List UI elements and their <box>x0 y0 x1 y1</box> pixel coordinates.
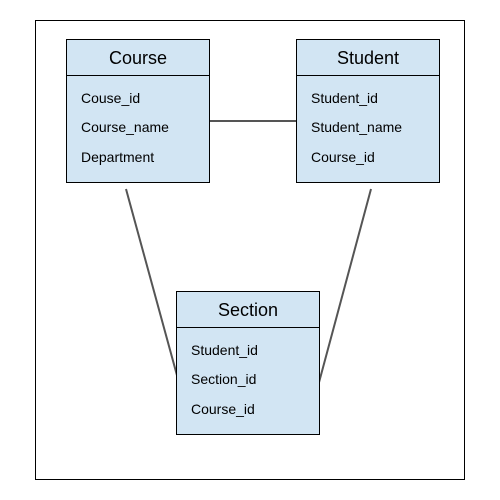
attr: Course_id <box>311 143 429 172</box>
entity-attrs: Student_id Student_name Course_id <box>297 76 439 182</box>
attr: Department <box>81 143 199 172</box>
attr: Course_name <box>81 113 199 142</box>
connector-student-section <box>314 189 371 401</box>
entity-title: Section <box>177 292 319 328</box>
attr: Couse_id <box>81 84 199 113</box>
attr: Student_id <box>311 84 429 113</box>
entity-attrs: Student_id Section_id Course_id <box>177 328 319 434</box>
entity-title: Student <box>297 40 439 76</box>
diagram-canvas: Course Couse_id Course_name Department S… <box>35 20 465 480</box>
entity-student: Student Student_id Student_name Course_i… <box>296 39 440 183</box>
entity-section: Section Student_id Section_id Course_id <box>176 291 320 435</box>
entity-title: Course <box>67 40 209 76</box>
attr: Section_id <box>191 365 309 394</box>
entity-attrs: Couse_id Course_name Department <box>67 76 209 182</box>
entity-course: Course Couse_id Course_name Department <box>66 39 210 183</box>
attr: Course_id <box>191 395 309 424</box>
attr: Student_id <box>191 336 309 365</box>
attr: Student_name <box>311 113 429 142</box>
